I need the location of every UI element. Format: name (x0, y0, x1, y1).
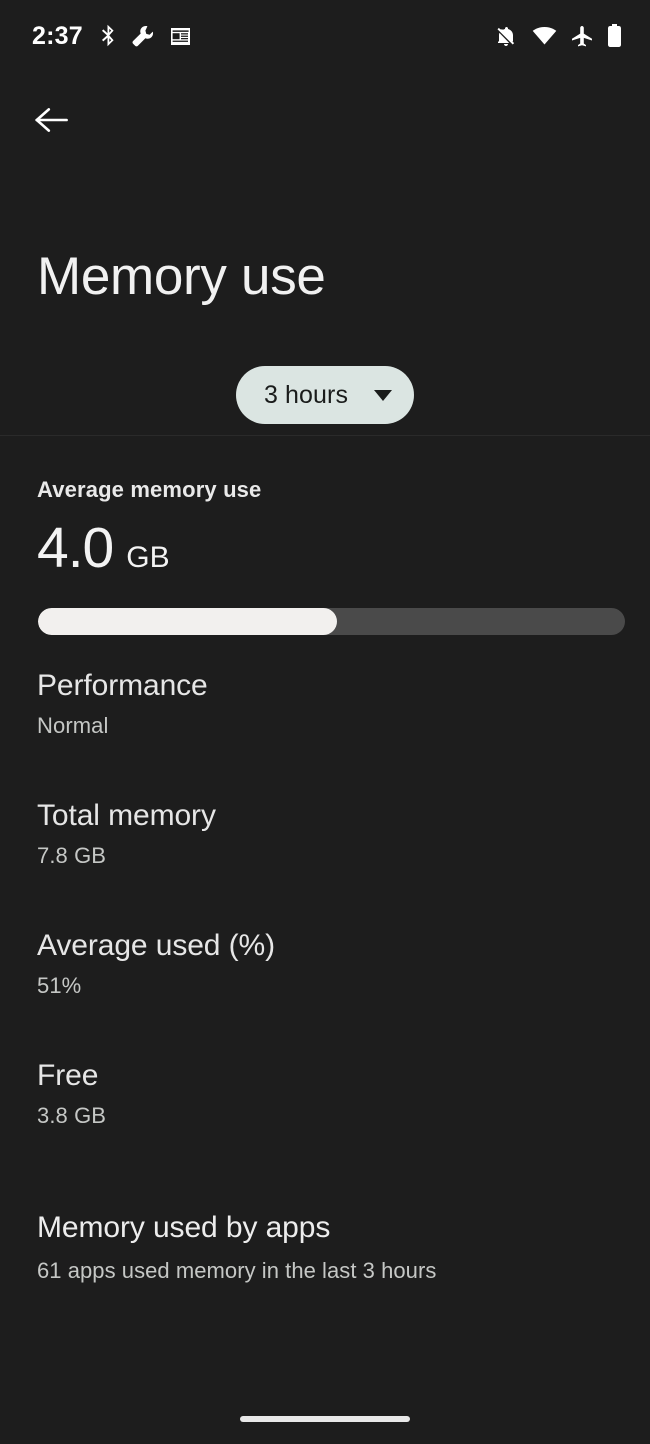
memory-used-by-apps-section[interactable]: Memory used by apps 61 apps used memory … (37, 1211, 436, 1284)
stat-title: Free (37, 1059, 99, 1092)
wrench-icon (132, 25, 154, 47)
average-memory-number: 4.0 (37, 516, 114, 580)
time-range-chip-label: 3 hours (263, 380, 349, 409)
stat-value: Normal (37, 713, 109, 738)
average-memory-value: 4.0 GB (37, 520, 170, 577)
wifi-icon (532, 26, 557, 46)
gesture-nav-pill[interactable] (240, 1416, 410, 1422)
average-memory-unit: GB (126, 541, 170, 574)
stat-value: 51% (37, 973, 82, 998)
stat-title: Performance (37, 669, 208, 702)
stat-free: Free 3.8 GB (37, 1059, 106, 1129)
stat-total-memory: Total memory 7.8 GB (37, 799, 216, 869)
back-button[interactable] (24, 92, 80, 148)
time-range-chip[interactable]: 3 hours (235, 366, 415, 424)
memory-usage-bar (38, 608, 625, 635)
stat-value: 7.8 GB (37, 843, 107, 868)
status-bar-left: 2:37 (32, 22, 191, 51)
stat-title: Average used (%) (37, 929, 275, 962)
page-header: Memory use 3 hours (0, 170, 650, 435)
news-icon (170, 26, 191, 47)
page-title: Memory use (37, 247, 326, 306)
bluetooth-icon (99, 24, 116, 48)
status-bar-clock: 2:37 (32, 21, 83, 50)
airplane-mode-icon (571, 25, 593, 47)
memory-used-by-apps-title: Memory used by apps (37, 1211, 331, 1244)
notifications-off-icon (494, 24, 518, 48)
time-range-chip-container: 3 hours (0, 366, 650, 424)
battery-icon (607, 24, 622, 48)
status-bar-right (494, 24, 622, 48)
stat-title: Total memory (37, 799, 216, 832)
average-memory-label: Average memory use (37, 477, 262, 502)
memory-used-by-apps-subtitle: 61 apps used memory in the last 3 hours (37, 1258, 437, 1283)
status-bar: 2:37 (0, 0, 650, 72)
stat-performance: Performance Normal (37, 669, 208, 739)
memory-content: Average memory use 4.0 GB Performance No… (0, 436, 650, 1444)
stat-average-used: Average used (%) 51% (37, 929, 275, 999)
stat-value: 3.8 GB (37, 1103, 107, 1128)
chevron-down-icon (374, 389, 393, 401)
memory-usage-bar-fill (38, 608, 338, 635)
memory-use-screen: 2:37 Memory use 3 hours Average memory u… (0, 0, 650, 1444)
back-arrow-icon (34, 104, 70, 136)
